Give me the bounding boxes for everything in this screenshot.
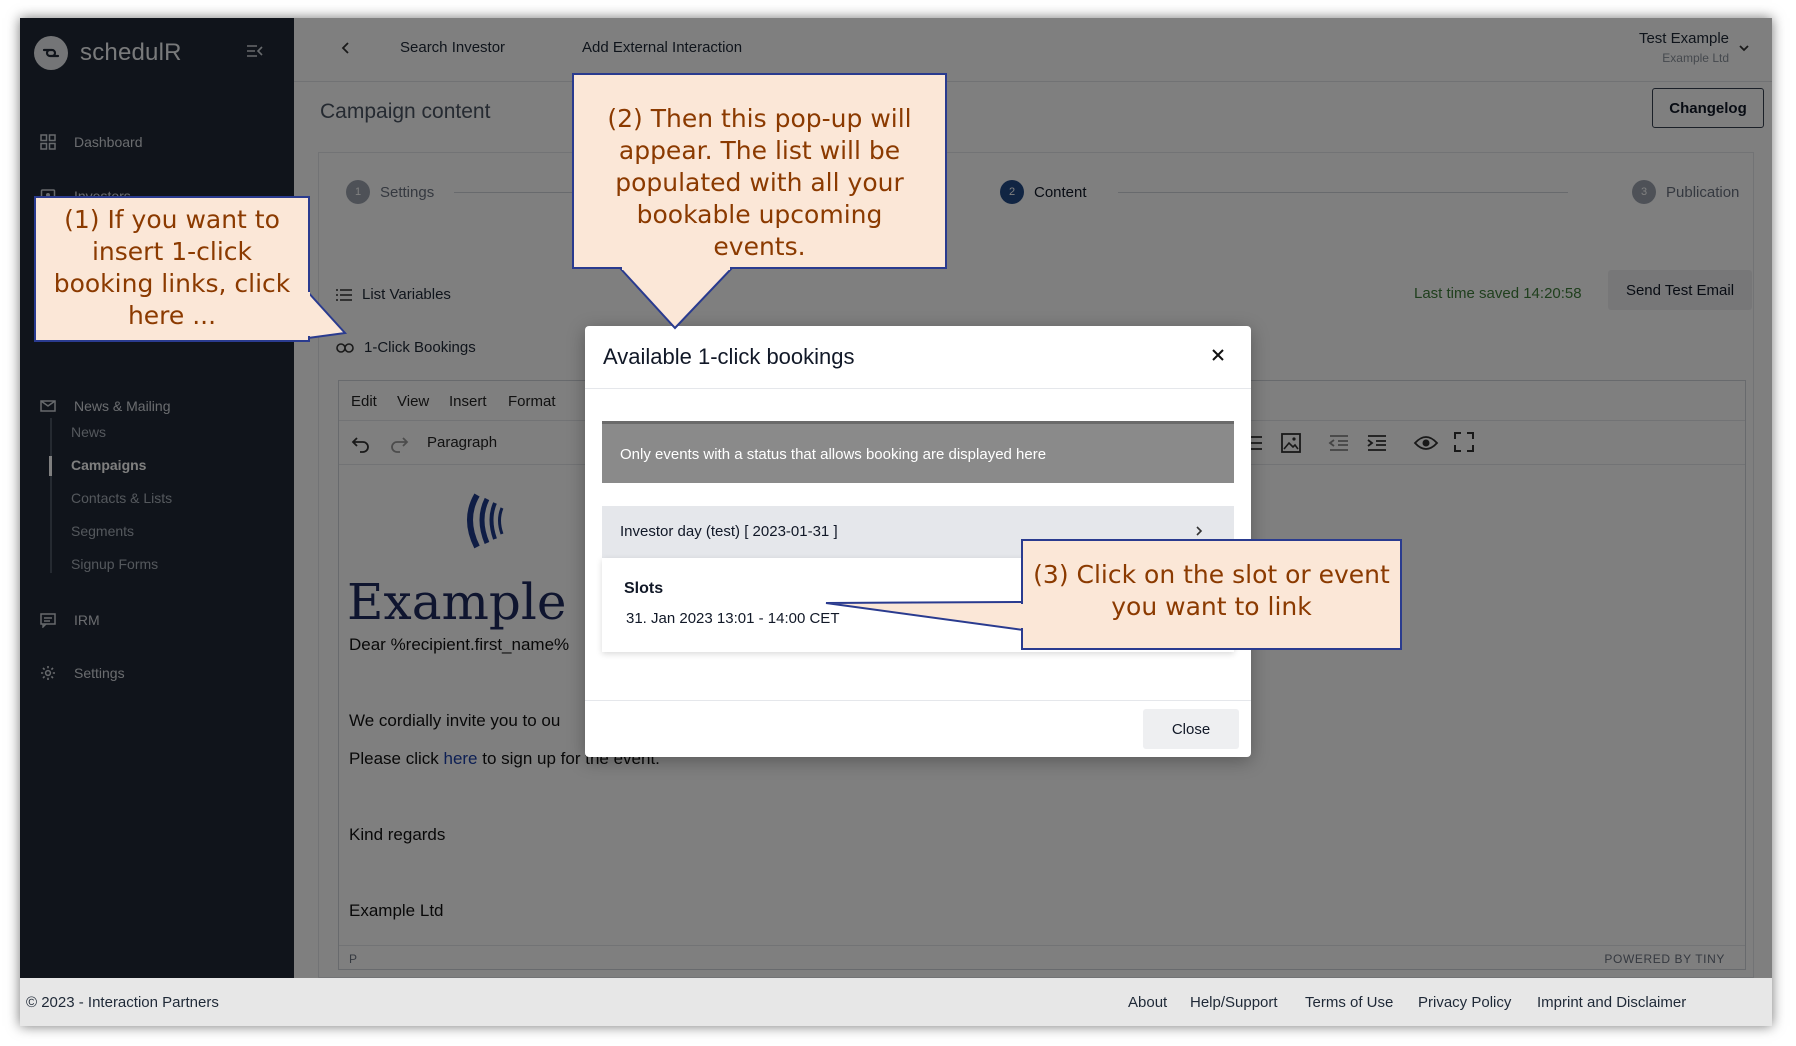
app-window: schedulR Dashboard Investors News & Mail…	[20, 18, 1772, 1026]
callout-pointer-joins	[306, 266, 1025, 628]
